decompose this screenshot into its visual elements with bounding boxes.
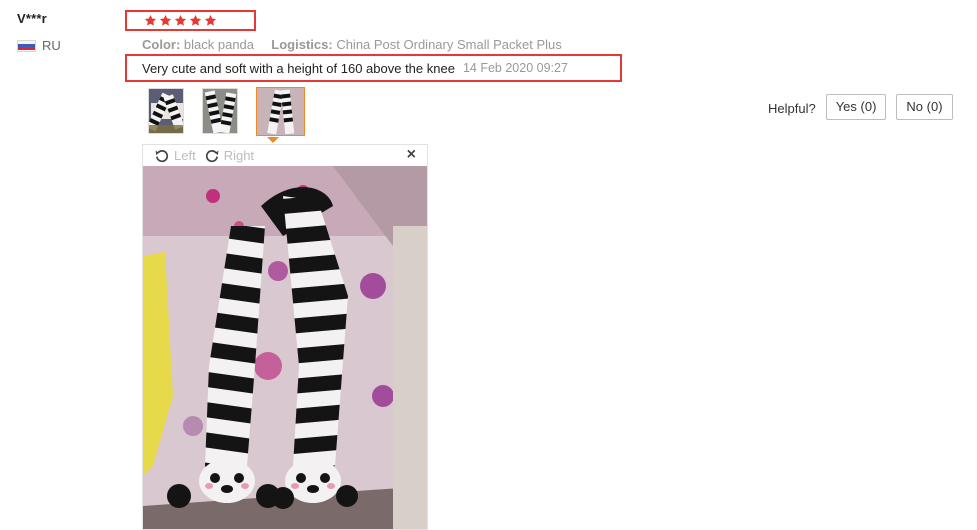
rotate-left-button[interactable]: Left <box>154 148 196 164</box>
rotate-right-label: Right <box>223 148 255 163</box>
helpful-votes: Helpful? Yes (0) No (0) <box>768 94 953 120</box>
star-icon <box>204 14 217 26</box>
star-icon <box>189 14 202 26</box>
star-rating <box>125 10 256 31</box>
photo-thumbnail[interactable] <box>202 88 238 134</box>
review-date: 14 Feb 2020 09:27 <box>462 61 568 75</box>
color-value: black panda <box>183 37 255 52</box>
helpful-no-button[interactable]: No (0) <box>896 94 953 120</box>
review-content: Very cute and soft with a height of 160 … <box>125 54 622 82</box>
rotate-left-icon <box>155 149 169 162</box>
viewer-toolbar: Left Right × <box>143 145 427 166</box>
russia-flag-icon <box>17 39 36 52</box>
logistics-label: Logistics: <box>271 37 333 52</box>
review-photo <box>143 166 427 529</box>
star-icon <box>174 14 187 26</box>
photo-thumbnails <box>148 87 323 136</box>
photo-thumbnail[interactable] <box>148 88 184 134</box>
rotate-left-label: Left <box>174 148 196 163</box>
rotate-right-button[interactable]: Right <box>204 148 254 164</box>
active-thumbnail-pointer <box>267 137 279 143</box>
thumbnail-image <box>257 88 304 135</box>
photo-thumbnail-active[interactable] <box>256 87 305 136</box>
logistics-value: China Post Ordinary Small Packet Plus <box>336 37 562 52</box>
review-text: Very cute and soft with a height of 160 … <box>142 60 455 76</box>
country-code: RU <box>42 38 61 53</box>
star-icon <box>144 14 157 26</box>
thumbnail-image <box>203 89 237 133</box>
photo-viewer: Left Right × <box>142 144 428 530</box>
helpful-yes-button[interactable]: Yes (0) <box>825 94 887 120</box>
reviewer-country: RU <box>17 38 61 53</box>
close-viewer-button[interactable]: × <box>407 146 416 164</box>
reviewer-name: V***r <box>17 11 47 26</box>
rotate-right-icon <box>205 149 219 162</box>
color-label: Color: <box>142 37 181 52</box>
order-meta: Color: black panda Logistics: China Post… <box>142 37 562 52</box>
helpful-label: Helpful? <box>768 101 816 116</box>
star-icon <box>159 14 172 26</box>
review-item: V***r RU Color: black panda Logistics: C… <box>0 0 977 530</box>
thumbnail-image <box>149 89 183 133</box>
